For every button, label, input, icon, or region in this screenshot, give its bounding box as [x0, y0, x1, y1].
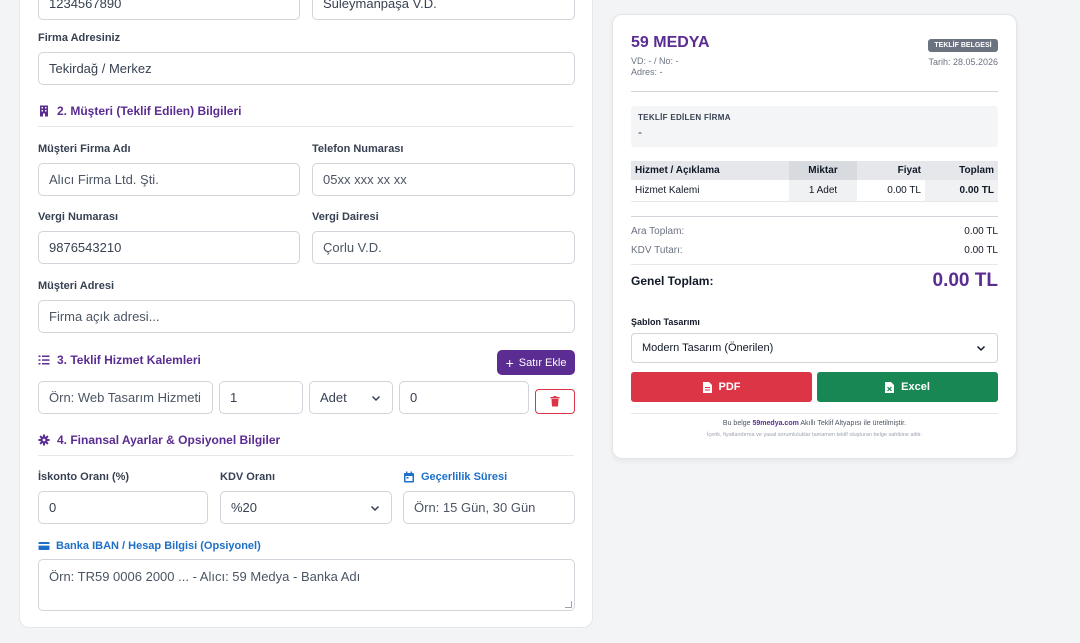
divider: [631, 91, 998, 92]
items-table: Hizmet / Açıklama Miktar Fiyat Toplam Hi…: [631, 161, 998, 202]
template-label: Şablon Tasarımı: [631, 317, 700, 327]
section-client-info-header: 2. Müşteri (Teklif Edilen) Bilgileri: [38, 104, 574, 127]
file-pdf-icon: [702, 381, 712, 393]
divider: [631, 413, 998, 414]
subtotal-row: Ara Toplam: 0.00 TL: [631, 226, 998, 237]
excel-button[interactable]: Excel: [817, 372, 998, 402]
vd-line: VD: - / No: -: [631, 56, 679, 66]
divider: [631, 216, 998, 217]
item-description-input[interactable]: Örn: Web Tasarım Hizmeti: [38, 381, 213, 414]
client-name-label: Müşteri Firma Adı: [38, 143, 131, 155]
add-row-button[interactable]: + Satır Ekle: [497, 350, 575, 375]
item-quantity-input[interactable]: 1: [219, 381, 303, 414]
quote-preview-card: 59 MEDYA VD: - / No: - Adres: - TEKLİF B…: [612, 14, 1017, 459]
company-address-label: Firma Adresiniz: [38, 32, 121, 44]
phone-label: Telefon Numarası: [312, 143, 404, 155]
section-finance-title: 4. Finansal Ayarlar & Opsiyonel Bilgiler: [57, 433, 281, 447]
footer-disclaimer: İçerik, fiyatlandırma ve yasal sorumlulu…: [706, 432, 923, 438]
col-header: Hizmet / Açıklama: [631, 161, 789, 180]
grand-total-value: 0.00 TL: [932, 270, 998, 291]
client-tax-office-label: Vergi Dairesi: [312, 211, 379, 223]
resize-handle[interactable]: [565, 601, 572, 608]
client-address-input[interactable]: Firma açık adresi...: [38, 300, 575, 333]
company-tax-office-input[interactable]: Süleymanpaşa V.D.: [312, 0, 575, 20]
delete-row-button[interactable]: [535, 389, 575, 414]
table-cell: 0.00 TL: [857, 180, 925, 202]
document-date: Tarih: 28.05.2026: [928, 57, 998, 67]
footer-link[interactable]: 59medya.com: [753, 420, 799, 427]
company-address-input[interactable]: Tekirdağ / Merkez: [38, 52, 575, 85]
add-row-label: Satır Ekle: [518, 356, 567, 369]
document-badge: TEKLİF BELGESİ: [928, 39, 998, 52]
iban-label: Banka IBAN / Hesap Bilgisi (Opsiyonel): [38, 540, 261, 552]
template-select[interactable]: Modern Tasarım (Önerilen): [631, 333, 998, 363]
company-tax-number-input[interactable]: 1234567890: [38, 0, 300, 20]
col-header: Miktar: [789, 161, 857, 180]
validity-label: Geçerlilik Süresi: [403, 471, 507, 483]
item-unit-select[interactable]: Adet: [309, 381, 393, 414]
discount-input[interactable]: 0: [38, 491, 208, 524]
phone-input[interactable]: 05xx xxx xx xx: [312, 163, 575, 196]
chevron-down-icon: [371, 395, 381, 401]
table-row: Hizmet Kalemi 1 Adet 0.00 TL 0.00 TL: [631, 180, 998, 202]
client-tax-number-input[interactable]: 9876543210: [38, 231, 300, 264]
quote-form-card: 1234567890 Süleymanpaşa V.D. Firma Adres…: [19, 0, 593, 628]
col-header: Toplam: [925, 161, 998, 180]
section-items-title: 3. Teklif Hizmet Kalemleri: [57, 353, 201, 367]
file-excel-icon: [885, 381, 895, 393]
section-items-header: 3. Teklif Hizmet Kalemleri: [38, 353, 478, 375]
plus-icon: +: [505, 354, 514, 371]
client-box-value: -: [638, 125, 642, 139]
chevron-down-icon: [370, 505, 380, 511]
brand-name: 59 MEDYA: [631, 34, 710, 51]
vat-label: KDV Oranı: [220, 471, 276, 483]
table-cell: 1 Adet: [789, 180, 857, 202]
divider: [631, 264, 998, 265]
vat-row: KDV Tutarı: 0.00 TL: [631, 245, 998, 256]
discount-label: İskonto Oranı (%): [38, 471, 130, 483]
iban-textarea[interactable]: Örn: TR59 0006 2000 ... - Alıcı: 59 Medy…: [38, 559, 575, 611]
building-icon: [40, 105, 48, 117]
calendar-icon: [404, 471, 414, 483]
table-cell: Hizmet Kalemi: [631, 180, 789, 202]
grand-total-row: Genel Toplam: 0.00 TL: [631, 270, 998, 291]
item-price-input[interactable]: 0: [399, 381, 529, 414]
client-name-input[interactable]: Alıcı Firma Ltd. Şti.: [38, 163, 300, 196]
client-box: TEKLİF EDİLEN FİRMA -: [631, 106, 998, 147]
col-header: Fiyat: [857, 161, 925, 180]
trash-icon: [550, 396, 560, 407]
footer-note: Bu belge 59medya.com Akıllı Teklif Altya…: [722, 420, 907, 427]
table-header-row: Hizmet / Açıklama Miktar Fiyat Toplam: [631, 161, 998, 180]
client-box-title: TEKLİF EDİLEN FİRMA: [638, 113, 731, 122]
section-finance-header: 4. Finansal Ayarlar & Opsiyonel Bilgiler: [38, 433, 574, 456]
address-line: Adres: -: [631, 67, 663, 77]
section-client-info-title: 2. Müşteri (Teklif Edilen) Bilgileri: [57, 104, 242, 118]
client-tax-number-label: Vergi Numarası: [38, 211, 119, 223]
table-cell: 0.00 TL: [925, 180, 998, 202]
vat-select[interactable]: %20: [220, 491, 392, 524]
client-address-label: Müşteri Adresi: [38, 280, 115, 292]
gear-icon: [38, 434, 50, 446]
credit-card-icon: [38, 542, 50, 550]
pdf-button[interactable]: PDF: [631, 372, 812, 402]
chevron-down-icon: [976, 345, 986, 352]
list-icon: [38, 355, 50, 365]
client-tax-office-input[interactable]: Çorlu V.D.: [312, 231, 575, 264]
validity-input[interactable]: Örn: 15 Gün, 30 Gün: [403, 491, 575, 524]
